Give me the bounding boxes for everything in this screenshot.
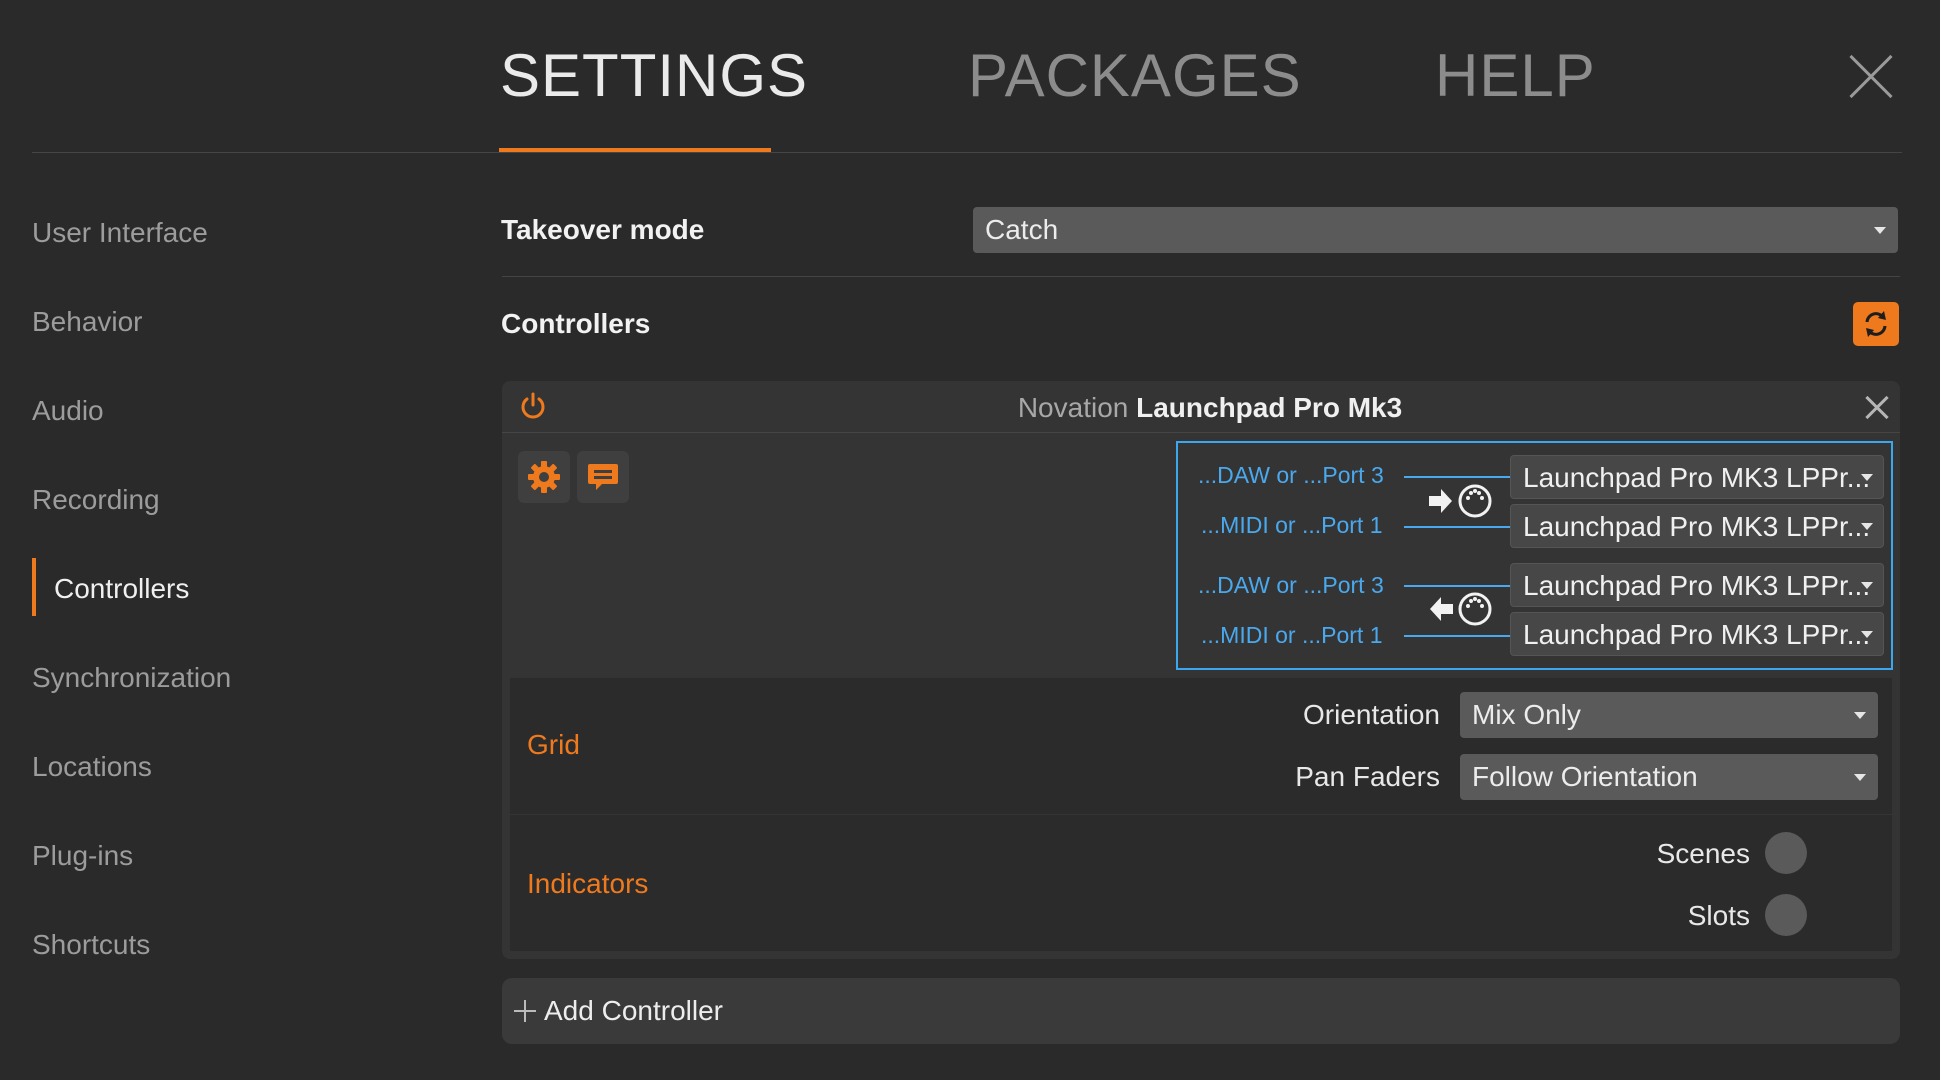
- output-device-select[interactable]: Launchpad Pro MK3 LPPr...: [1510, 563, 1884, 607]
- port-connector: [1404, 635, 1514, 637]
- pan-faders-select[interactable]: Follow Orientation: [1460, 754, 1878, 800]
- orientation-value: Mix Only: [1472, 699, 1581, 730]
- input-port-label: ...DAW or ...Port 3: [1198, 462, 1384, 488]
- output-port-label: ...MIDI or ...Port 1: [1201, 622, 1383, 648]
- output-device-value: Launchpad Pro MK3 LPPr...: [1523, 570, 1871, 601]
- pan-faders-label: Pan Faders: [1295, 761, 1440, 792]
- indicators-section-title: Indicators: [527, 868, 649, 899]
- input-device-value: Launchpad Pro MK3 LPPr...: [1523, 462, 1871, 493]
- takeover-mode-label: Takeover mode: [501, 214, 705, 245]
- orientation-select[interactable]: Mix Only: [1460, 692, 1878, 738]
- sidebar-item-behavior[interactable]: Behavior: [32, 302, 143, 342]
- chevron-down-icon: [1861, 523, 1873, 530]
- input-device-select[interactable]: Launchpad Pro MK3 LPPr...: [1510, 504, 1884, 548]
- output-device-select[interactable]: Launchpad Pro MK3 LPPr...: [1510, 612, 1884, 656]
- controller-settings-button[interactable]: [518, 451, 570, 503]
- chevron-down-icon: [1861, 631, 1873, 638]
- controller-model: Launchpad Pro Mk3: [1136, 392, 1403, 423]
- midi-input-icon: [1425, 481, 1495, 521]
- takeover-mode-value: Catch: [985, 214, 1059, 245]
- tab-packages[interactable]: PACKAGES: [968, 38, 1302, 114]
- sidebar-active-marker: [32, 558, 36, 616]
- header-divider: [32, 152, 1902, 153]
- sidebar-item-user-interface[interactable]: User Interface: [32, 213, 208, 253]
- pan-faders-value: Follow Orientation: [1472, 761, 1698, 792]
- slots-label: Slots: [1687, 900, 1750, 931]
- chevron-down-icon: [1854, 774, 1866, 781]
- tab-help[interactable]: HELP: [1435, 38, 1596, 114]
- tab-settings[interactable]: SETTINGS: [500, 38, 808, 114]
- sidebar-item-synchronization[interactable]: Synchronization: [32, 658, 231, 698]
- divider: [502, 276, 1900, 277]
- plus-icon: [514, 1000, 536, 1022]
- controller-title: Novation Launchpad Pro Mk3: [0, 390, 1940, 426]
- controller-vendor: Novation: [1017, 392, 1129, 423]
- gear-icon: [528, 461, 560, 493]
- input-device-value: Launchpad Pro MK3 LPPr...: [1523, 511, 1871, 542]
- orientation-label: Orientation: [1303, 699, 1440, 730]
- input-port-label: ...MIDI or ...Port 1: [1201, 512, 1383, 538]
- refresh-icon: [1865, 311, 1887, 337]
- sidebar-item-locations[interactable]: Locations: [32, 747, 152, 787]
- sidebar-item-controllers[interactable]: Controllers: [54, 569, 189, 609]
- midi-output-icon: [1425, 589, 1495, 629]
- controllers-label: Controllers: [501, 308, 651, 339]
- chevron-down-icon: [1861, 582, 1873, 589]
- port-connector: [1404, 476, 1514, 478]
- chevron-down-icon: [1861, 474, 1873, 481]
- chevron-down-icon: [1874, 227, 1886, 234]
- output-device-value: Launchpad Pro MK3 LPPr...: [1523, 619, 1871, 650]
- controller-notes-button[interactable]: [577, 451, 629, 503]
- output-port-label: ...DAW or ...Port 3: [1198, 572, 1384, 598]
- divider: [502, 432, 1900, 433]
- input-device-select[interactable]: Launchpad Pro MK3 LPPr...: [1510, 455, 1884, 499]
- sidebar-item-recording[interactable]: Recording: [32, 480, 160, 520]
- speech-bubble-icon: [588, 464, 618, 490]
- takeover-mode-select[interactable]: Catch: [973, 207, 1898, 253]
- port-connector: [1404, 585, 1514, 587]
- slots-toggle[interactable]: [1765, 894, 1807, 936]
- sidebar-item-plug-ins[interactable]: Plug-ins: [32, 836, 133, 876]
- remove-controller-icon[interactable]: [1864, 394, 1890, 420]
- scenes-label: Scenes: [1656, 838, 1750, 869]
- sidebar-item-shortcuts[interactable]: Shortcuts: [32, 925, 150, 965]
- add-controller-label: Add Controller: [544, 995, 723, 1026]
- chevron-down-icon: [1854, 712, 1866, 719]
- grid-section-title: Grid: [527, 729, 580, 760]
- scenes-toggle[interactable]: [1765, 832, 1807, 874]
- refresh-controllers-button[interactable]: [1853, 302, 1899, 346]
- port-connector: [1404, 526, 1514, 528]
- close-icon[interactable]: [1846, 52, 1896, 102]
